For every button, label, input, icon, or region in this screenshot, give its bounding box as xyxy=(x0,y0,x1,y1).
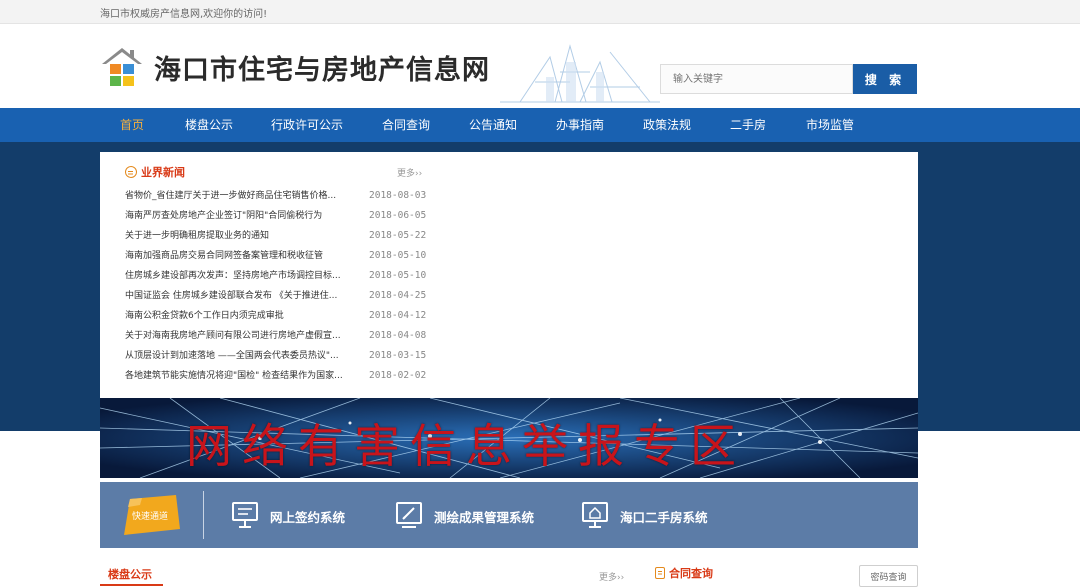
news-item[interactable]: 海南严厉查处房地产企业签订"阴阳"合同偷税行为 2018-06-05 xyxy=(125,206,430,226)
news-item[interactable]: 从顶层设计到加速落地 ——全国两会代表委员热议"... 2018-03-15 xyxy=(125,346,430,366)
news-item-title[interactable]: 从顶层设计到加速落地 ——全国两会代表委员热议"... xyxy=(125,346,361,366)
main-nav: 首页 楼盘公示 行政许可公示 合同查询 公告通知 办事指南 政策法规 二手房 市… xyxy=(0,108,1080,142)
pen-edit-icon xyxy=(396,502,422,528)
news-heading: 业界新闻 xyxy=(125,164,185,180)
tab-underline xyxy=(100,584,163,586)
welcome-text: 海口市权威房产信息网,欢迎你的访问! xyxy=(100,9,268,20)
nav-item-admin-permits[interactable]: 行政许可公示 xyxy=(271,108,343,142)
nav-item-home[interactable]: 首页 xyxy=(120,108,144,142)
house-logo-icon xyxy=(102,48,142,86)
news-item[interactable]: 关于对海南我房地产顾问有限公司进行房地产虚假宣... 2018-04-08 xyxy=(125,326,430,346)
news-item[interactable]: 省物价_省住建厅关于进一步做好商品住宅销售价格... 2018-08-03 xyxy=(125,186,430,206)
news-item-date: 2018-08-03 xyxy=(369,190,427,201)
site-title: 海口市住宅与房地产信息网 xyxy=(154,55,490,86)
quick-access-badge-label: 快速通道 xyxy=(132,512,169,522)
contract-query-heading[interactable]: 合同查询 xyxy=(655,565,713,581)
monitor-sign-icon xyxy=(232,502,258,528)
search-button[interactable]: 搜 索 xyxy=(853,64,917,94)
news-item[interactable]: 中国证监会 住房城乡建设部联合发布 《关于推进住... 2018-04-25 xyxy=(125,286,430,306)
news-item-date: 2018-06-05 xyxy=(369,210,427,221)
news-item-title[interactable]: 中国证监会 住房城乡建设部联合发布 《关于推进住... xyxy=(125,286,361,306)
news-item-date: 2018-05-10 xyxy=(369,270,427,281)
listing-tab[interactable]: 楼盘公示 xyxy=(108,566,152,582)
news-item[interactable]: 住房城乡建设部再次发声：坚持房地产市场调控目标... 2018-05-10 xyxy=(125,266,430,286)
news-item-date: 2018-04-08 xyxy=(369,330,427,341)
contract-query-label: 合同查询 xyxy=(669,567,713,580)
news-item-title[interactable]: 关于进一步明确租房提取业务的通知 xyxy=(125,226,361,246)
news-item-title[interactable]: 海南严厉查处房地产企业签订"阴阳"合同偷税行为 xyxy=(125,206,361,226)
news-item-date: 2018-05-22 xyxy=(369,230,427,241)
banner-title: 网络有害信息举报专区 xyxy=(186,419,746,473)
news-more-link[interactable]: 更多›› xyxy=(397,166,422,179)
news-item[interactable]: 各地建筑节能实施情况将迎"国检" 检查结果作为国家... 2018-02-02 xyxy=(125,366,430,386)
second-hand-housing-system-label[interactable]: 海口二手房系统 xyxy=(620,507,708,526)
top-bar: 海口市权威房产信息网,欢迎你的访问! xyxy=(0,0,1080,24)
skyline-decoration xyxy=(500,44,660,103)
nav-item-announcements[interactable]: 公告通知 xyxy=(469,108,517,142)
news-item-title[interactable]: 海南加强商品房交易合同网签备案管理和税收征管 xyxy=(125,246,361,266)
nav-item-market-supervision[interactable]: 市场监管 xyxy=(806,108,854,142)
online-signing-system-label[interactable]: 网上签约系统 xyxy=(270,507,345,526)
news-item-date: 2018-04-12 xyxy=(369,310,427,321)
house-monitor-icon xyxy=(582,502,608,528)
speech-bubble-icon xyxy=(125,166,137,178)
divider xyxy=(203,491,204,539)
survey-results-system-label[interactable]: 测绘成果管理系统 xyxy=(434,507,534,526)
listing-more-link[interactable]: 更多›› xyxy=(599,570,624,583)
password-query-button[interactable]: 密码查询 xyxy=(859,565,918,587)
news-item-date: 2018-05-10 xyxy=(369,250,427,261)
news-item-date: 2018-04-25 xyxy=(369,290,427,301)
nav-item-second-hand[interactable]: 二手房 xyxy=(730,108,766,142)
site-header: 海口市住宅与房地产信息网 搜 索 xyxy=(0,24,1080,108)
news-item[interactable]: 海南公积金贷款6个工作日内须完成审批 2018-04-12 xyxy=(125,306,430,326)
document-icon xyxy=(655,567,665,579)
news-heading-label: 业界新闻 xyxy=(141,166,185,179)
news-item-title[interactable]: 各地建筑节能实施情况将迎"国检" 检查结果作为国家... xyxy=(125,366,361,386)
news-item-date: 2018-03-15 xyxy=(369,350,427,361)
news-item-title[interactable]: 海南公积金贷款6个工作日内须完成审批 xyxy=(125,306,361,326)
news-item[interactable]: 关于进一步明确租房提取业务的通知 2018-05-22 xyxy=(125,226,430,246)
search-input[interactable] xyxy=(660,64,853,94)
nav-item-policies[interactable]: 政策法规 xyxy=(643,108,691,142)
news-item[interactable]: 海南加强商品房交易合同网签备案管理和税收征管 2018-05-10 xyxy=(125,246,430,266)
news-item-date: 2018-02-02 xyxy=(369,370,427,381)
news-item-title[interactable]: 住房城乡建设部再次发声：坚持房地产市场调控目标... xyxy=(125,266,361,286)
nav-item-listings[interactable]: 楼盘公示 xyxy=(185,108,233,142)
nav-item-contract-query[interactable]: 合同查询 xyxy=(382,108,430,142)
bottom-section: 楼盘公示 更多›› 合同查询 密码查询 xyxy=(100,558,918,587)
quick-access-bar: 快速通道 网上签约系统 测绘成果管理系统 海口二手房系统 xyxy=(100,482,918,548)
nav-item-guide[interactable]: 办事指南 xyxy=(556,108,604,142)
report-harmful-info-banner[interactable]: 网络有害信息举报专区 xyxy=(100,398,918,478)
news-item-title[interactable]: 关于对海南我房地产顾问有限公司进行房地产虚假宣... xyxy=(125,326,361,346)
news-item-title[interactable]: 省物价_省住建厅关于进一步做好商品住宅销售价格... xyxy=(125,186,361,206)
industry-news-panel: 业界新闻 更多›› 省物价_省住建厅关于进一步做好商品住宅销售价格... 201… xyxy=(100,152,918,398)
